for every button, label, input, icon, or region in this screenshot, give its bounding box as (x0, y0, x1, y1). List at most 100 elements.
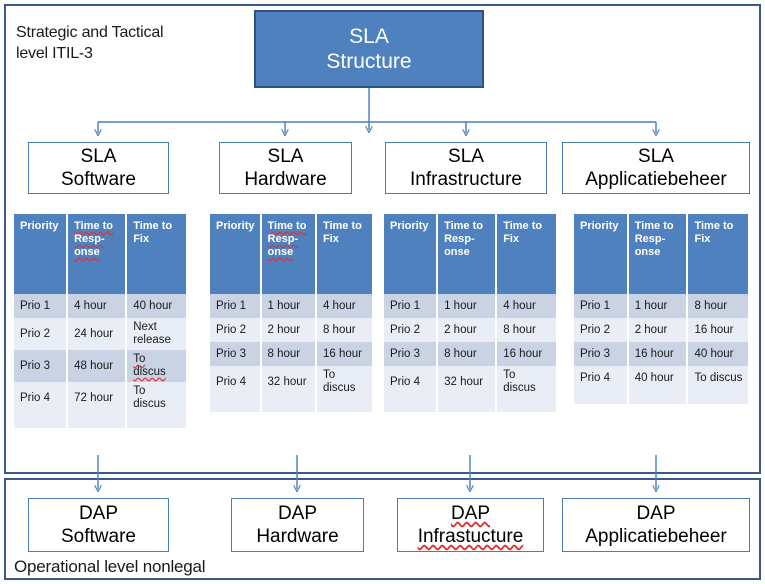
table-row: Prio 1 1 hour 4 hour (210, 294, 372, 318)
sla-node-hardware[interactable]: SLA Hardware (219, 142, 352, 194)
cell-time-to-response: 2 hour (628, 318, 687, 342)
cell-priority: Prio 1 (210, 294, 260, 318)
cell-time-to-fix: To discus (688, 366, 748, 390)
cell-time-to-response: 16 hour (628, 342, 687, 366)
sla-structure-root-node[interactable]: SLA Structure (254, 10, 484, 88)
column-header-time-to-response: Time to Resp- onse (261, 214, 315, 294)
cell-time-to-response: 48 hour (68, 350, 126, 382)
cell-time-to-response: 32 hour (261, 366, 315, 398)
cell-time-to-fix: 8 hour (316, 318, 372, 342)
table-filler-row (210, 398, 372, 412)
cell-priority: Prio 4 (384, 366, 437, 398)
column-header-time-to-response: Time to Resp- onse (68, 214, 126, 294)
cell-priority: Prio 4 (210, 366, 260, 398)
table-row: Prio 2 24 hour Next release (14, 318, 186, 350)
sla-node-applicatiebeheer[interactable]: SLA Applicatiebeheer (562, 142, 750, 194)
cell-time-to-fix: To discus (127, 350, 186, 382)
strategic-tactical-level-label: Strategic and Tactical level ITIL-3 (16, 24, 164, 62)
cell-time-to-response: 24 hour (68, 318, 126, 350)
cell-time-to-response: 2 hour (261, 318, 315, 342)
cell-priority: Prio 2 (14, 318, 67, 350)
table-row: Prio 4 32 hour To discus (210, 366, 372, 398)
cell-time-to-fix: 8 hour (688, 294, 748, 318)
operational-level-label: Operational level nonlegal (14, 557, 206, 576)
cell-priority: Prio 2 (210, 318, 260, 342)
column-header-priority: Priority (14, 214, 67, 294)
column-header-priority: Priority (574, 214, 627, 294)
sla-table-applicatiebeheer: Priority Time to Resp- onse Time to Fix … (572, 214, 750, 404)
table-filler-row (14, 414, 186, 428)
dap-node-hardware[interactable]: DAP Hardware (231, 498, 364, 552)
table-row: Prio 2 2 hour 8 hour (384, 318, 556, 342)
cell-priority: Prio 3 (574, 342, 627, 366)
cell-time-to-response: 40 hour (628, 366, 687, 390)
sla-node-software[interactable]: SLA Software (28, 142, 169, 194)
table-header-row: Priority Time to Resp- onse Time to Fix (210, 214, 372, 294)
cell-time-to-fix: 16 hour (688, 318, 748, 342)
cell-priority: Prio 2 (574, 318, 627, 342)
cell-time-to-fix: 16 hour (497, 342, 556, 366)
cell-time-to-fix: To discus (497, 366, 556, 398)
cell-priority: Prio 4 (574, 366, 627, 390)
cell-time-to-response: 8 hour (438, 342, 496, 366)
table-row: Prio 3 48 hour To discus (14, 350, 186, 382)
cell-time-to-fix: 4 hour (316, 294, 372, 318)
cell-time-to-response: 1 hour (438, 294, 496, 318)
table-row: Prio 3 8 hour 16 hour (210, 342, 372, 366)
cell-priority: Prio 2 (384, 318, 437, 342)
column-header-time-to-fix: Time to Fix (127, 214, 186, 294)
dap-node-applicatiebeheer[interactable]: DAP Applicatiebeheer (562, 498, 750, 552)
table-row: Prio 3 8 hour 16 hour (384, 342, 556, 366)
cell-time-to-response: 1 hour (628, 294, 687, 318)
sla-table-software: Priority Time to Resp- onse Time to Fix … (12, 214, 188, 428)
cell-time-to-fix: To discus (127, 382, 186, 414)
table-row: Prio 1 1 hour 4 hour (384, 294, 556, 318)
table-row: Prio 2 2 hour 8 hour (210, 318, 372, 342)
cell-priority: Prio 1 (574, 294, 627, 318)
column-header-priority: Priority (210, 214, 260, 294)
cell-time-to-response: 4 hour (68, 294, 126, 318)
cell-time-to-response: 72 hour (68, 382, 126, 414)
cell-time-to-fix: 4 hour (497, 294, 556, 318)
table-row: Prio 3 16 hour 40 hour (574, 342, 748, 366)
sla-structure-diagram: Strategic and Tactical level ITIL-3 Oper… (0, 0, 765, 584)
column-header-time-to-fix: Time to Fix (497, 214, 556, 294)
dap-node-software[interactable]: DAP Software (28, 498, 169, 552)
cell-time-to-fix: Next release (127, 318, 186, 350)
table-row: Prio 1 4 hour 40 hour (14, 294, 186, 318)
table-header-row: Priority Time to Resp- onse Time to Fix (384, 214, 556, 294)
cell-time-to-fix: 40 hour (127, 294, 186, 318)
dap-node-infrastucture[interactable]: DAP Infrastucture (397, 498, 544, 552)
cell-priority: Prio 3 (14, 350, 67, 382)
cell-priority: Prio 3 (384, 342, 437, 366)
sla-table-infrastructure: Priority Time to Resp- onse Time to Fix … (382, 214, 558, 412)
table-row: Prio 4 40 hour To discus (574, 366, 748, 390)
table-row: Prio 1 1 hour 8 hour (574, 294, 748, 318)
column-header-priority: Priority (384, 214, 437, 294)
cell-time-to-fix: To discus (316, 366, 372, 398)
table-row: Prio 4 72 hour To discus (14, 382, 186, 414)
cell-priority: Prio 1 (384, 294, 437, 318)
sla-table-hardware: Priority Time to Resp- onse Time to Fix … (208, 214, 374, 412)
cell-time-to-fix: 16 hour (316, 342, 372, 366)
cell-time-to-fix: 40 hour (688, 342, 748, 366)
cell-priority: Prio 4 (14, 382, 67, 414)
table-filler-row (574, 390, 748, 404)
table-row: Prio 2 2 hour 16 hour (574, 318, 748, 342)
cell-time-to-response: 32 hour (438, 366, 496, 398)
table-header-row: Priority Time to Resp- onse Time to Fix (14, 214, 186, 294)
column-header-time-to-fix: Time to Fix (316, 214, 372, 294)
table-filler-row (384, 398, 556, 412)
cell-time-to-response: 1 hour (261, 294, 315, 318)
cell-priority: Prio 3 (210, 342, 260, 366)
cell-time-to-fix: 8 hour (497, 318, 556, 342)
table-row: Prio 4 32 hour To discus (384, 366, 556, 398)
cell-time-to-response: 2 hour (438, 318, 496, 342)
column-header-time-to-response: Time to Resp- onse (438, 214, 496, 294)
table-header-row: Priority Time to Resp- onse Time to Fix (574, 214, 748, 294)
cell-time-to-response: 8 hour (261, 342, 315, 366)
column-header-time-to-fix: Time to Fix (688, 214, 748, 294)
cell-priority: Prio 1 (14, 294, 67, 318)
sla-node-infrastructure[interactable]: SLA Infrastructure (385, 142, 547, 194)
column-header-time-to-response: Time to Resp- onse (628, 214, 687, 294)
